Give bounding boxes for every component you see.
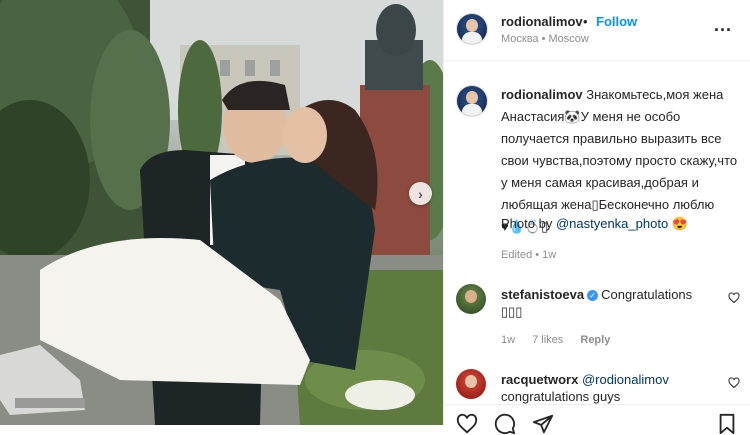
comment-avatar[interactable] bbox=[456, 369, 486, 399]
comment-avatar[interactable] bbox=[456, 284, 486, 314]
caption: rodionalimov Знакомьтесь,моя жена Анаста… bbox=[501, 84, 741, 238]
comment-item: stefanistoeva ✓ Congratulations ▯▯▯ bbox=[501, 286, 716, 320]
reply-button[interactable]: Reply bbox=[580, 334, 610, 346]
follow-button[interactable]: Follow bbox=[596, 14, 637, 29]
share-icon[interactable] bbox=[532, 413, 554, 435]
photo-scene bbox=[0, 0, 443, 425]
comment-meta: 1w 7 likes Reply bbox=[501, 334, 624, 346]
comment-username[interactable]: stefanistoeva bbox=[501, 287, 584, 302]
separator-dot: • bbox=[583, 14, 588, 29]
location-link[interactable]: Москва • Moscow bbox=[501, 33, 589, 45]
caption-avatar[interactable] bbox=[457, 86, 487, 116]
verified-badge-icon: ✓ bbox=[587, 290, 599, 302]
comment-icon[interactable] bbox=[494, 413, 516, 435]
comment-mention[interactable]: @rodionalimov bbox=[582, 372, 669, 387]
next-arrow-icon[interactable]: › bbox=[409, 182, 432, 205]
author-avatar[interactable] bbox=[457, 14, 487, 44]
bookmark-icon[interactable] bbox=[716, 413, 738, 435]
heart-icon[interactable] bbox=[456, 413, 478, 435]
post-photo[interactable]: › bbox=[0, 0, 443, 425]
comment-item: racquetworx @rodionalimov congratulation… bbox=[501, 371, 716, 405]
post-header: rodionalimov • Follow Москва • Moscow ..… bbox=[444, 0, 750, 61]
caption-username[interactable]: rodionalimov bbox=[501, 87, 583, 102]
photo-by-emoji: 😍 bbox=[671, 216, 688, 231]
more-icon[interactable]: ... bbox=[714, 16, 732, 34]
comment-text: congratulations guys bbox=[501, 389, 621, 404]
comment-like-icon[interactable] bbox=[728, 292, 740, 304]
post-sidebar: rodionalimov • Follow Москва • Moscow ..… bbox=[443, 0, 750, 435]
comment-likes[interactable]: 7 likes bbox=[532, 334, 563, 346]
caption-text: Знакомьтесь,моя жена Анастасия🐼У меня не… bbox=[501, 87, 738, 212]
comment-username[interactable]: racquetworx bbox=[501, 372, 578, 387]
comment-like-icon[interactable] bbox=[728, 377, 740, 389]
comment-time: 1w bbox=[501, 334, 516, 346]
author-username[interactable]: rodionalimov bbox=[501, 14, 583, 29]
photo-credit: Photo by @nastyenka_photo 😍 bbox=[501, 216, 688, 232]
photo-by-tag[interactable]: @nastyenka_photo bbox=[556, 216, 668, 231]
action-bar bbox=[444, 404, 750, 435]
photo-by-label: Photo by bbox=[501, 216, 553, 231]
caption-meta: Edited • 1w bbox=[501, 249, 557, 261]
